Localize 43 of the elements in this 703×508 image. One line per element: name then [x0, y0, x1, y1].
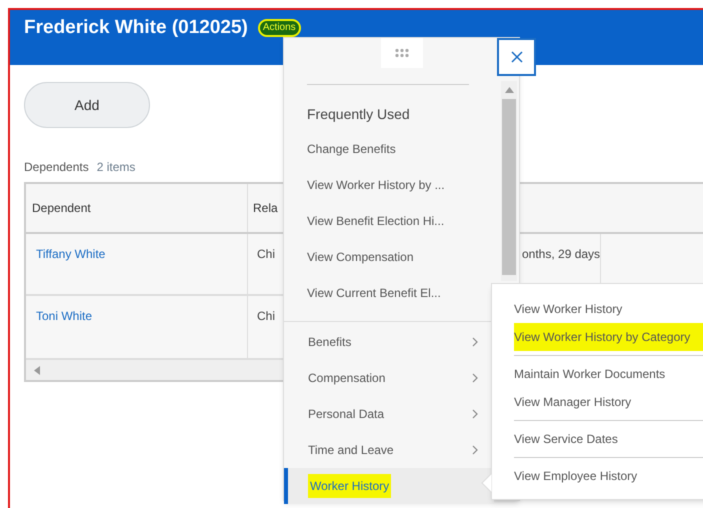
table-cell: onths, 29 days — [522, 247, 600, 261]
menu-category[interactable]: Worker History — [284, 468, 494, 504]
menu-category[interactable]: Benefits — [284, 324, 494, 360]
chevron-right-icon — [472, 337, 478, 347]
menu-item[interactable]: Change Benefits — [284, 131, 491, 167]
chevron-right-icon — [472, 373, 478, 383]
chevron-right-icon — [472, 445, 478, 455]
submenu-item[interactable]: View Employee History — [514, 462, 703, 490]
drag-handle[interactable] — [380, 38, 422, 68]
menu-category[interactable]: Time and Leave — [284, 432, 494, 468]
category-label: Personal Data — [308, 406, 384, 423]
category-label: Time and Leave — [308, 442, 394, 459]
submenu-item[interactable]: Maintain Worker Documents — [514, 360, 703, 388]
scroll-left-icon[interactable] — [34, 366, 40, 374]
menu-item[interactable]: View Current Benefit El... — [284, 275, 491, 311]
submenu-item[interactable]: View Service Dates — [514, 425, 703, 453]
close-button[interactable] — [497, 38, 536, 76]
section-heading: Frequently Used — [307, 105, 411, 123]
submenu-item[interactable]: View Worker History — [514, 295, 703, 323]
menu-category[interactable]: Compensation — [284, 360, 494, 396]
page-title: Frederick White (012025) — [24, 16, 248, 40]
close-icon[interactable] — [510, 51, 522, 63]
add-button[interactable]: Add — [24, 82, 150, 128]
table-cell: Chi — [257, 247, 276, 261]
submenu-item[interactable]: View Worker History by Category — [514, 323, 703, 351]
menu-category[interactable]: Personal Data — [284, 396, 494, 432]
category-label: Compensation — [308, 370, 386, 387]
item-count: 2 items — [96, 159, 136, 176]
submenu-item[interactable]: View Manager History — [514, 388, 703, 416]
vertical-scrollbar[interactable] — [501, 81, 517, 281]
scroll-thumb[interactable] — [502, 99, 516, 275]
dependent-link[interactable]: Tiffany White — [36, 247, 106, 261]
scroll-up-icon[interactable] — [504, 87, 514, 93]
category-label: Worker History — [308, 474, 392, 498]
section-title: Dependents — [24, 159, 89, 176]
chevron-right-icon — [472, 409, 478, 419]
table-cell: Chi — [257, 309, 276, 323]
column-header: Dependent — [26, 184, 248, 232]
dependent-link[interactable]: Toni White — [36, 309, 92, 323]
actions-button[interactable]: Actions — [258, 19, 301, 37]
category-label: Benefits — [308, 334, 352, 351]
drag-handle-icon[interactable] — [394, 48, 410, 58]
menu-item[interactable]: View Compensation — [284, 239, 491, 275]
